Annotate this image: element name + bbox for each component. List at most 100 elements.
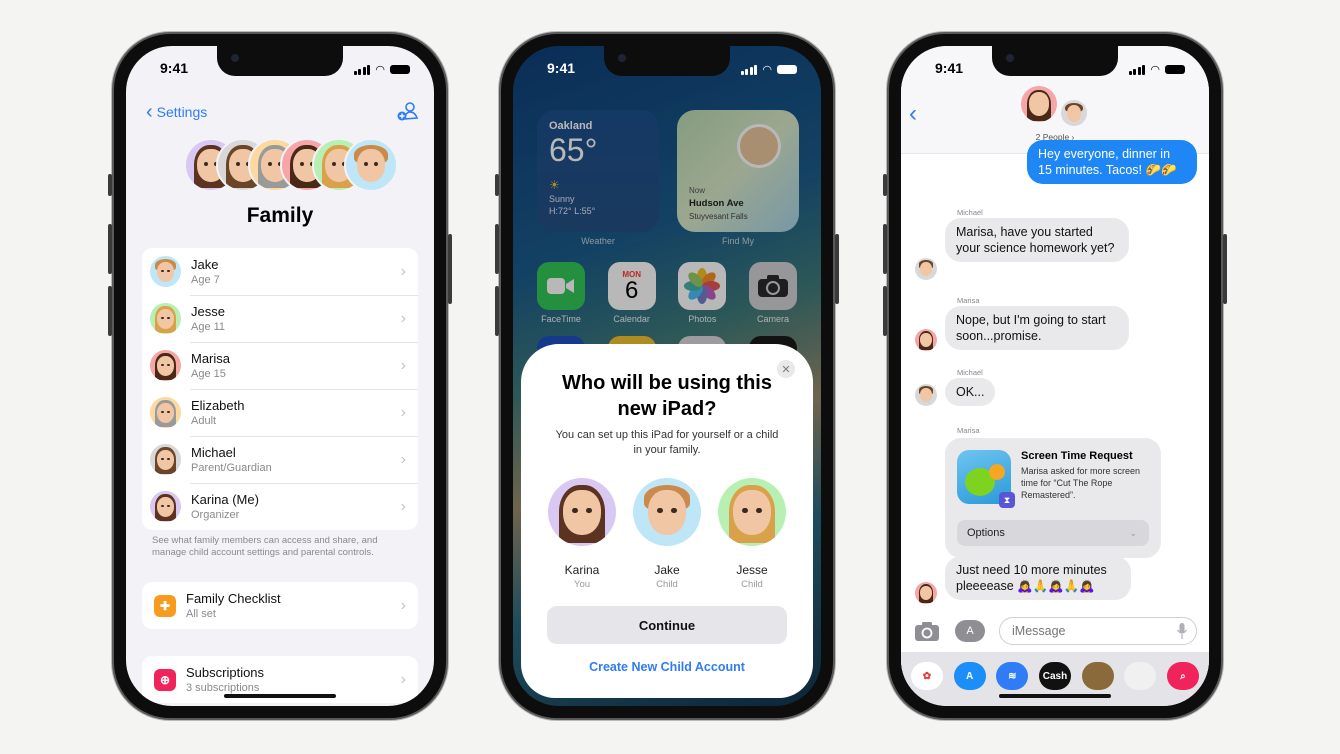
avatar-michael[interactable] [1061,100,1087,126]
home-screen: 9:41 ◠ Oakland 65° ☀ Sunny H:72° L:55° W… [513,46,821,706]
weather-range: H:72° L:55° [549,206,596,216]
imessage-input[interactable] [999,617,1197,645]
app-row: FaceTime MON 6 Calendar Photos Camera [537,262,797,324]
member-name: Karina (Me) [191,492,259,507]
phone-ipad-setup: 9:41 ◠ Oakland 65° ☀ Sunny H:72° L:55° W… [495,32,839,720]
avatar [548,478,616,546]
chevron-left-icon: ‹ [146,101,153,123]
status-time: 9:41 [160,60,189,76]
chevron-right-icon: › [400,356,406,374]
avatar-marisa[interactable] [1021,86,1057,122]
facetime-icon [537,262,585,310]
member-role: Age 7 [191,274,220,286]
message-bubble-outgoing: Hey everyone, dinner in 15 minutes. Taco… [1027,140,1197,184]
calendar-app[interactable]: MON 6 Calendar [607,262,656,324]
camera-app[interactable]: Camera [748,262,797,324]
member-role: Age 15 [191,368,226,380]
photos-app-icon[interactable]: ✿ [911,662,943,690]
member-role: Parent/Guardian [191,462,272,474]
family-screen: 9:41 ◠ ‹ Settings Family Jake Age 7 › Jesse… [126,46,434,706]
sender-name: Michael [957,208,983,217]
memoji-stickers-icon[interactable] [1124,662,1157,690]
family-footnote: See what family members can access and s… [152,535,378,558]
battery-icon [777,65,797,74]
battery-icon [1165,65,1185,74]
message-bubble-incoming: OK... [945,378,996,406]
signal-icon [1128,64,1146,75]
create-child-account-link[interactable]: Create New Child Account [521,660,813,674]
person-option-karina[interactable]: Karina You [547,478,617,590]
screen-time-body: Marisa asked for more screen time for “C… [1021,466,1141,500]
subscriptions-title: Subscriptions [186,665,265,680]
phone-messages: 9:41 ◠ ‹ 2 People › Hey everyone, dinner… [883,32,1227,720]
memoji-icon[interactable] [1081,662,1114,690]
notch [992,46,1118,76]
compose-bar: A [901,612,1209,652]
back-to-settings-button[interactable]: ‹ Settings [146,101,207,123]
avatar [150,350,181,381]
family-member-row[interactable]: Jesse Age 11 › [142,295,418,342]
weather-widget-label: Weather [581,236,615,246]
continue-button[interactable]: Continue [547,606,787,644]
member-name: Marisa [191,351,231,366]
microphone-icon[interactable] [1177,623,1187,639]
calendar-icon: MON 6 [607,262,656,310]
app-store-icon: A [966,625,974,637]
family-checklist-row[interactable]: ✚ Family Checklist All set › [142,582,418,629]
avatar [633,478,701,546]
photos-icon [678,262,727,310]
images-search-icon[interactable]: ⌕ [1166,662,1199,690]
person-add-icon[interactable] [396,100,418,122]
facetime-app[interactable]: FaceTime [537,262,585,324]
message-bubble-incoming: Just need 10 more minutes pleeeease 🙇‍♀️… [945,556,1131,600]
chevron-right-icon: › [400,403,406,421]
phone-family-settings: 9:41 ◠ ‹ Settings Family Jake Age 7 › Jesse… [108,32,452,720]
family-member-row[interactable]: Elizabeth Adult › [142,389,418,436]
wifi-icon: ◠ [375,64,385,76]
subscriptions-icon: ⊕ [154,668,176,691]
family-member-row[interactable]: Jake Age 7 › [142,248,418,295]
notch [217,46,343,76]
apple-cash-icon[interactable]: Cash [1038,662,1071,690]
back-button[interactable]: ‹ [909,100,917,128]
camera-icon[interactable] [915,621,939,641]
avatar [718,478,786,546]
options-dropdown[interactable]: Options ⌄ [957,520,1149,546]
sender-name: Marisa [957,426,980,435]
sender-name: Michael [957,368,983,377]
person-option-jesse[interactable]: Jesse Child [717,478,787,590]
checklist-detail: All set [186,608,216,620]
findmy-widget[interactable]: Now Hudson Ave Stuyvesant Falls [677,110,799,232]
person-name: Jesse [736,563,768,577]
calendar-date: 6 [624,276,639,304]
app-label: Photos [688,314,717,324]
message-bubble-incoming: Marisa, have you started your science ho… [945,218,1129,262]
app-label: FaceTime [541,314,581,324]
weather-widget[interactable]: Oakland 65° ☀ Sunny H:72° L:55° [537,110,659,232]
family-checklist-group: ✚ Family Checklist All set › [142,582,418,629]
message-bubble-incoming: Nope, but I'm going to start soon...prom… [945,306,1129,350]
wifi-icon: ◠ [762,64,772,76]
options-label: Options [967,527,1005,539]
family-member-row[interactable]: Marisa Age 15 › [142,342,418,389]
family-member-row[interactable]: Michael Parent/Guardian › [142,436,418,483]
messages-screen: 9:41 ◠ ‹ 2 People › Hey everyone, dinner… [901,46,1209,706]
family-member-list: Jake Age 7 › Jesse Age 11 › Marisa Age 15 › Eliza… [142,248,418,530]
avatar-michael [915,258,937,280]
family-member-row[interactable]: Karina (Me) Organizer › [142,483,418,530]
subscriptions-detail: 3 subscriptions [186,682,260,694]
person-name: Karina [564,563,600,577]
avatar [150,303,181,334]
app-label: Calendar [613,314,650,324]
photos-app[interactable]: Photos [678,262,727,324]
screen-time-request-card[interactable]: ⧗ Screen Time Request Marisa asked for m… [945,438,1161,558]
person-option-jake[interactable]: Jake Child [632,478,702,590]
app-store-icon[interactable]: A [953,662,986,690]
avatar-marisa [915,329,937,351]
chevron-right-icon: › [400,596,406,614]
signal-icon [353,64,371,75]
app-store-button[interactable]: A [955,620,985,642]
camera-icon [748,262,797,310]
wifi-icon: ◠ [1150,64,1160,76]
audio-message-icon[interactable]: ≋ [996,662,1029,690]
